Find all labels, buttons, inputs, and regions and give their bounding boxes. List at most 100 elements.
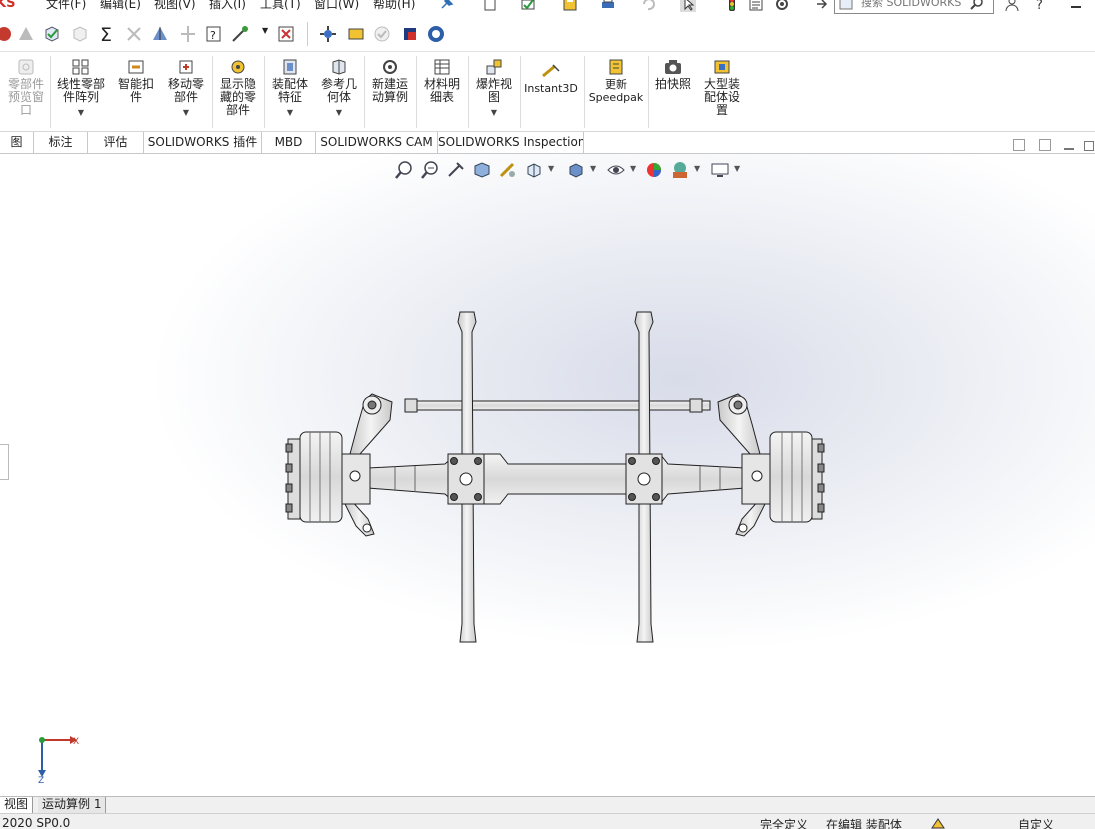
tab-solidworks-cam[interactable]: SOLIDWORKS CAM	[316, 132, 438, 154]
cmd-divider	[468, 56, 469, 128]
menu-file[interactable]: 文件(F)	[46, 0, 86, 12]
tile-right-icon[interactable]	[1039, 139, 1051, 151]
tab-markup[interactable]: 标注	[34, 132, 88, 154]
file-properties-icon[interactable]	[748, 0, 764, 12]
cmd-divider	[648, 56, 649, 128]
cmd-snapshot-button[interactable]: 拍快照	[650, 58, 696, 91]
command-manager-tabs: 图 标注 评估 SOLIDWORKS 插件 MBD SOLIDWORKS CAM…	[0, 132, 1095, 154]
cmd-reference-geometry-button[interactable]: 参考几 何体 ▼	[316, 58, 362, 119]
undo-icon[interactable]	[640, 0, 656, 12]
cmd-move-component-button[interactable]: 移动零 部件 ▼	[162, 58, 210, 119]
rebuild-icon[interactable]	[724, 0, 740, 12]
bottom-tab-model[interactable]: 视图	[0, 797, 34, 813]
menu-view[interactable]: 视图(V)	[154, 0, 196, 12]
cmd-component-preview-button[interactable]: 零部件 预览窗 口	[4, 58, 48, 117]
tab-solidworks-addins[interactable]: SOLIDWORKS 插件	[144, 132, 262, 154]
pin-icon[interactable]	[438, 0, 454, 12]
feature-manager-collapse-handle[interactable]	[0, 444, 9, 480]
save-icon[interactable]	[562, 0, 578, 12]
minimize-icon[interactable]	[1068, 0, 1084, 12]
cmd-smart-fasteners-button[interactable]: 智能扣 件	[114, 58, 158, 104]
cmd-label: 线性零部 件阵列	[56, 77, 105, 104]
leaf-spring-left	[447, 311, 485, 643]
cmd-show-hidden-button[interactable]: 显示隐 藏的零 部件	[214, 58, 262, 117]
cmd-linear-pattern-button[interactable]: 线性零部 件阵列 ▼	[52, 58, 110, 119]
graphics-area[interactable]: ▼ ▼ ▼ ▼ ▼ X Z	[0, 154, 1095, 796]
menu-help[interactable]: 帮助(H)	[373, 0, 415, 12]
interference-icon[interactable]	[16, 24, 36, 44]
version-text: 2020 SP0.0	[2, 816, 71, 829]
select-cursor-icon[interactable]	[680, 0, 696, 12]
doc-restore-icon[interactable]	[1084, 141, 1094, 151]
rebuild-status-icon[interactable]	[930, 816, 946, 829]
tab-sketch-fragment[interactable]: 图	[0, 132, 34, 154]
reference-triad: X Z	[38, 736, 79, 784]
print-icon[interactable]	[600, 0, 616, 12]
spreadsheet-icon[interactable]	[276, 24, 296, 44]
solidworks-search-icon	[839, 0, 853, 10]
search-input[interactable]	[861, 0, 966, 9]
cmd-label: 显示隐 藏的零 部件	[219, 77, 256, 117]
units-text[interactable]: 自定义	[1018, 816, 1054, 829]
user-icon[interactable]	[1004, 0, 1020, 12]
dropdown-arrow-icon[interactable]: ▼	[266, 106, 314, 119]
editing-state-text: 在编辑 装配体	[826, 818, 902, 829]
doc-minimize-icon[interactable]	[1064, 148, 1074, 150]
explode-icon[interactable]	[318, 24, 338, 44]
menu-edit[interactable]: 编辑(E)	[100, 0, 141, 12]
svg-text:?: ?	[1036, 0, 1043, 12]
menu-window[interactable]: 窗口(W)	[314, 0, 359, 12]
compass-icon[interactable]	[426, 24, 446, 44]
dropdown-arrow-icon[interactable]: ▼	[470, 106, 518, 119]
cmd-label: 更新 Speedpak	[588, 78, 644, 104]
connectors-icon[interactable]	[124, 24, 144, 44]
sigma-icon[interactable]: Σ	[98, 24, 118, 44]
dropdown-arrow-icon[interactable]: ▼	[262, 26, 268, 35]
dropdown-arrow-icon[interactable]: ▼	[316, 106, 362, 119]
cmd-assembly-features-button[interactable]: 装配体 特征 ▼	[266, 58, 314, 119]
dropdown-arrow-icon[interactable]: ▼	[52, 106, 110, 119]
open-icon[interactable]	[520, 0, 536, 12]
dropdown-arrow-icon[interactable]: ▼	[162, 106, 210, 119]
cmd-divider	[364, 56, 365, 128]
triad-x-label: X	[73, 737, 79, 747]
bottom-tabs: 视图 运动算例 1	[0, 796, 1095, 813]
toolbar-divider	[307, 22, 308, 46]
new-document-icon[interactable]	[482, 0, 498, 12]
measure-question-icon[interactable]: ?	[204, 24, 224, 44]
cmd-bom-button[interactable]: 材料明 细表	[418, 58, 466, 104]
bottom-tab-motion-study-1[interactable]: 运动算例 1	[38, 797, 107, 813]
symmetry-icon[interactable]	[178, 24, 198, 44]
search-icon[interactable]	[969, 0, 985, 12]
help-icon[interactable]: ?	[1032, 0, 1048, 12]
cmd-update-speedpak-button[interactable]: 更新 Speedpak	[586, 58, 646, 104]
cmd-label: 参考几 何体	[320, 77, 357, 104]
steering-knuckle-left	[341, 393, 393, 537]
exploded-view-icon	[486, 59, 502, 75]
gear-icon[interactable]	[774, 0, 790, 12]
check-disabled-icon[interactable]	[70, 24, 90, 44]
search-commands-icon[interactable]	[814, 0, 830, 12]
material-icon[interactable]	[346, 24, 366, 44]
tool-icon-1[interactable]	[0, 24, 16, 44]
check-box-icon[interactable]	[42, 24, 62, 44]
tab-solidworks-inspection[interactable]: SOLIDWORKS Inspection	[438, 132, 584, 154]
tile-left-icon[interactable]	[1013, 139, 1025, 151]
assembly-model[interactable]	[0, 154, 1095, 796]
menu-insert[interactable]: 插入(I)	[209, 0, 246, 12]
tab-mbd[interactable]: MBD	[262, 132, 316, 154]
section-icon[interactable]	[150, 24, 170, 44]
brake-drum-left	[285, 431, 343, 523]
cmd-divider	[50, 56, 51, 128]
solidworks-logo[interactable]: KS	[0, 0, 15, 11]
cmd-new-motion-study-button[interactable]: 新建运 动算例	[366, 58, 414, 104]
menu-tools[interactable]: 工具(T)	[260, 0, 301, 12]
check-disabled-icon-2[interactable]	[372, 24, 392, 44]
cmd-instant3d-button[interactable]: Instant3D	[522, 62, 580, 95]
box-color-icon[interactable]	[400, 24, 420, 44]
cmd-exploded-view-button[interactable]: 爆炸视 图 ▼	[470, 58, 518, 119]
tab-evaluate[interactable]: 评估	[88, 132, 144, 154]
magic-wand-icon[interactable]	[230, 24, 250, 44]
speedpak-icon	[609, 59, 623, 75]
cmd-large-assembly-settings-button[interactable]: 大型装 配体设 置	[698, 58, 746, 117]
